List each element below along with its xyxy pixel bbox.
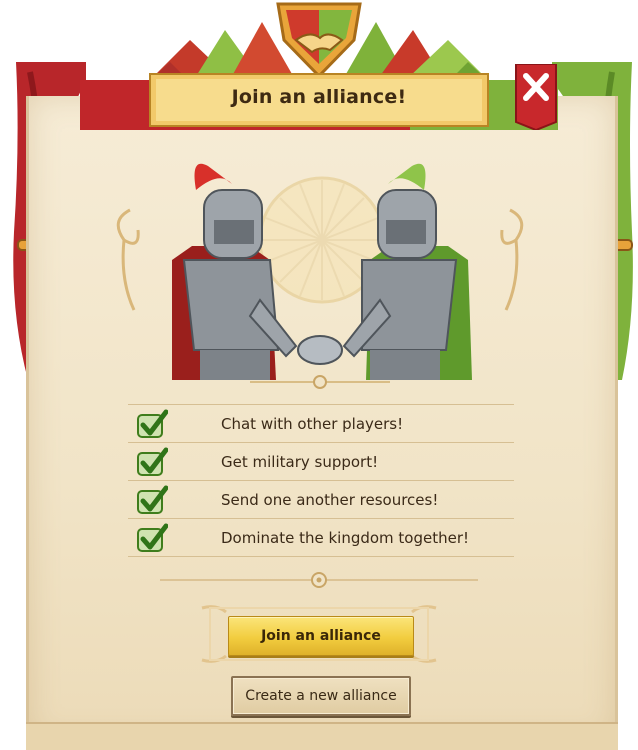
close-x-icon bbox=[515, 63, 557, 132]
dialog-panel-edge bbox=[26, 722, 618, 750]
benefit-label: Send one another resources! bbox=[221, 491, 439, 509]
benefit-label: Chat with other players! bbox=[221, 415, 404, 433]
check-icon bbox=[137, 447, 168, 476]
benefits-list: Chat with other players! Get military su… bbox=[128, 404, 514, 557]
benefit-label: Dominate the kingdom together! bbox=[221, 529, 470, 547]
list-item: Chat with other players! bbox=[128, 404, 514, 442]
check-icon bbox=[137, 409, 168, 438]
list-item: Dominate the kingdom together! bbox=[128, 518, 514, 557]
benefit-label: Get military support! bbox=[221, 453, 379, 471]
knights-handshake-illustration bbox=[116, 163, 524, 389]
create-alliance-button[interactable]: Create a new alliance bbox=[231, 676, 411, 716]
list-item: Send one another resources! bbox=[128, 480, 514, 518]
handshake-emblem-icon bbox=[276, 2, 362, 78]
list-item: Get military support! bbox=[128, 442, 514, 480]
check-icon bbox=[137, 485, 168, 514]
join-alliance-button[interactable]: Join an alliance bbox=[228, 616, 414, 656]
ornament-divider bbox=[160, 572, 478, 588]
close-button[interactable] bbox=[512, 63, 560, 132]
check-icon bbox=[137, 523, 168, 552]
